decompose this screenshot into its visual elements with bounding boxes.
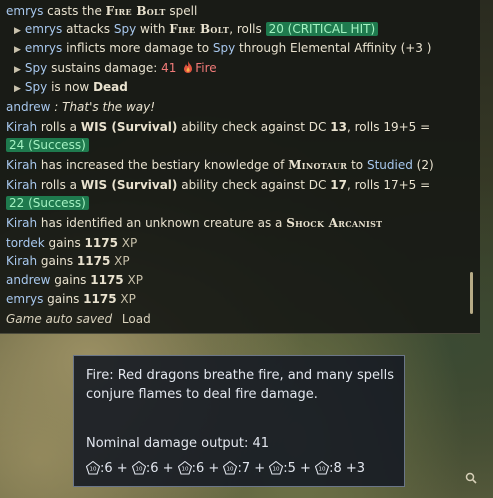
xp-amount: 1175 [84, 236, 118, 250]
svg-text:10: 10 [227, 467, 234, 473]
arrow-bullet-icon: ▶ [14, 45, 21, 55]
dice-roll: 10:6 + [131, 461, 178, 476]
d10-die-icon: 10 [223, 461, 238, 475]
log-line-attack: ▶ emrys attacks Spy with Fire Bolt, rolls… [14, 21, 379, 38]
arrow-bullet-icon: ▶ [14, 84, 21, 94]
character-name[interactable]: Kirah [6, 120, 37, 134]
log-line-dead: ▶ Spy is now Dead [14, 80, 128, 94]
log-line-xp: andrew gains 1175 XP [6, 273, 143, 287]
d10-die-icon: 10 [177, 461, 192, 475]
d10-die-icon: 10 [315, 461, 330, 475]
d10-die-icon: 10 [131, 461, 146, 475]
log-line-check-2: Kirah rolls a WIS (Survival) ability che… [6, 178, 431, 192]
svg-text:10: 10 [135, 467, 142, 473]
fire-icon [184, 61, 193, 73]
log-line-bestiary: Kirah has increased the bestiary knowled… [6, 158, 434, 172]
character-name[interactable]: emrys [25, 41, 62, 55]
xp-amount: 1175 [76, 254, 111, 268]
dice-roll: 10:6 + [177, 461, 224, 476]
character-name[interactable]: andrew [6, 273, 50, 287]
arrow-bullet-icon: ▶ [14, 65, 21, 75]
character-name[interactable]: Kirah [6, 178, 37, 192]
roll-result-badge[interactable]: 24 (Success) [6, 138, 89, 152]
creature-link[interactable]: Minotaur [288, 158, 347, 172]
log-line-xp: emrys gains 1175 XP [6, 292, 136, 306]
character-name[interactable]: Kirah [6, 158, 37, 172]
creature-link[interactable]: Shock Arcanist [286, 216, 382, 230]
character-name[interactable]: emrys [6, 4, 43, 18]
target-name[interactable]: Spy [213, 41, 235, 55]
target-name[interactable]: Spy [25, 80, 47, 94]
character-name[interactable]: tordek [6, 236, 45, 250]
log-line-autosave: Game auto saved Load [6, 311, 151, 328]
character-name[interactable]: Kirah [6, 216, 37, 230]
damage-type[interactable]: Fire [195, 61, 216, 75]
spell-link[interactable]: Fire Bolt [106, 4, 166, 18]
svg-text:10: 10 [273, 467, 280, 473]
target-name[interactable]: Spy [114, 22, 136, 36]
roll-result-badge[interactable]: 20 (CRITICAL HIT) [265, 22, 379, 36]
ability-name: WIS (Survival) [80, 120, 178, 134]
tooltip-nominal-damage: Nominal damage output: 41 [86, 436, 270, 451]
tooltip-description: Fire: Red dragons breathe fire, and many… [86, 368, 395, 402]
d10-die-icon: 10 [86, 461, 100, 475]
xp-amount: 1175 [83, 292, 117, 306]
roll-result-badge[interactable]: 22 (Success) [6, 196, 89, 210]
log-line-identify: Kirah has identified an unknown creature… [6, 216, 383, 230]
character-name[interactable]: emrys [6, 292, 43, 306]
character-name[interactable]: andrew [6, 100, 50, 114]
spell-link[interactable]: Fire Bolt [169, 22, 229, 36]
combat-log-panel[interactable]: emrys casts the Fire Bolt spell ▶ emrys a… [0, 0, 480, 334]
arrow-bullet-icon: ▶ [14, 26, 21, 36]
knowledge-level: Studied [366, 158, 413, 172]
status-dead: Dead [93, 80, 128, 94]
log-line-check-2-result: 22 (Success) [6, 195, 89, 212]
ability-name: WIS (Survival) [80, 178, 178, 192]
log-line-check-1: Kirah rolls a WIS (Survival) ability che… [6, 120, 431, 134]
damage-amount[interactable]: 41 [161, 61, 176, 75]
target-name[interactable]: Spy [25, 61, 47, 75]
search-icon[interactable] [462, 472, 480, 490]
load-link[interactable]: Load [122, 312, 151, 326]
tooltip-dice-breakdown: 10:6 + 10:6 + 10:6 + 10:7 + 10:5 + 10:8 … [86, 461, 365, 476]
d10-die-icon: 10 [269, 461, 284, 475]
xp-amount: 1175 [90, 273, 124, 287]
log-line-xp: Kirah gains 1175 XP [6, 254, 130, 268]
log-line-check-1-result: 24 (Success) [6, 137, 89, 154]
dc-value: 17 [330, 178, 347, 192]
dice-roll: 10:8 +3 [315, 461, 365, 476]
svg-text:10: 10 [319, 467, 326, 473]
log-line-chat: andrew : That's the way! [6, 100, 156, 114]
character-name[interactable]: emrys [25, 22, 62, 36]
svg-text:10: 10 [90, 467, 97, 473]
chat-message: That's the way! [62, 100, 156, 114]
log-line-xp: tordek gains 1175 XP [6, 236, 138, 250]
log-scrollbar[interactable] [470, 272, 473, 314]
dice-roll: 10:5 + [269, 461, 315, 476]
character-name[interactable]: Kirah [6, 254, 37, 268]
dc-value: 13 [330, 120, 347, 134]
log-line-affinity: ▶ emrys inflicts more damage to Spy throu… [14, 41, 432, 55]
autosave-text: Game auto saved [6, 312, 113, 326]
dice-roll: 10:7 + [223, 461, 269, 476]
log-line-cast: emrys casts the Fire Bolt spell [6, 4, 198, 18]
damage-tooltip: Fire: Red dragons breathe fire, and many… [73, 355, 405, 487]
svg-text:10: 10 [181, 467, 188, 473]
dice-roll: 10:6 + [86, 461, 132, 476]
log-line-damage: ▶ Spy sustains damage: 41 Fire [14, 61, 217, 75]
